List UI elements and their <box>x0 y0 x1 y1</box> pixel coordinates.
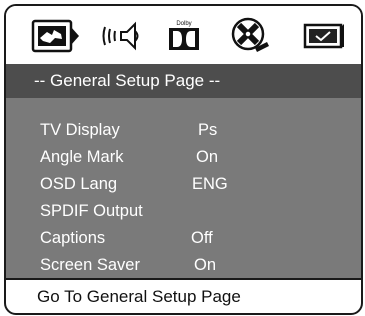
setting-value: On <box>194 256 217 274</box>
setting-label: Captions <box>40 229 106 247</box>
dolby-label: Dolby <box>176 21 191 27</box>
video-reel-icon[interactable] <box>228 16 272 56</box>
setup-menu-frame: Dolby -- General Setup Page -- TV Displa… <box>4 4 363 315</box>
setting-value: Ps <box>198 121 218 139</box>
setting-label: TV Display <box>40 121 120 139</box>
tv-display-icon[interactable] <box>30 16 82 56</box>
setting-value: ENG <box>192 175 228 193</box>
setting-label: OSD Lang <box>40 175 118 193</box>
page-title-bar: -- General Setup Page -- <box>6 64 361 98</box>
dolby-digital-icon[interactable]: Dolby <box>166 16 202 56</box>
setting-value: Off <box>191 229 213 247</box>
setting-label: Screen Saver <box>40 256 140 274</box>
page-title: -- General Setup Page -- <box>34 71 221 90</box>
preferences-check-icon[interactable] <box>302 16 346 56</box>
menu-icon-bar: Dolby <box>6 6 361 64</box>
setting-label: Angle Mark <box>40 148 124 166</box>
setting-label: SPDIF Output <box>40 202 143 220</box>
audio-speaker-icon[interactable] <box>100 16 146 56</box>
settings-panel: TV Display Ps Angle Mark On OSD Lang ENG… <box>6 98 361 278</box>
setting-value: On <box>196 148 219 166</box>
footer-hint: Go To General Setup Page <box>37 287 241 306</box>
footer-divider <box>6 278 361 280</box>
